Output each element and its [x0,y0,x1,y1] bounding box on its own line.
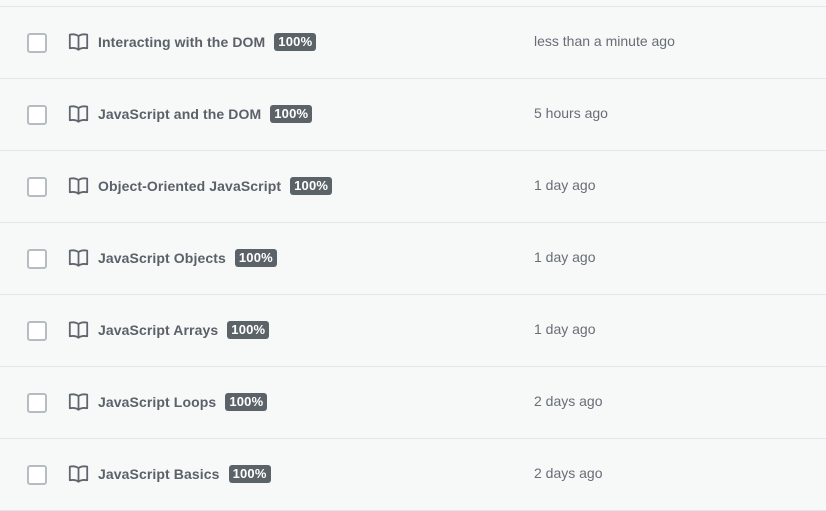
book-icon [68,33,89,51]
book-icon [68,393,89,411]
row-checkbox[interactable] [27,465,47,485]
row-checkbox[interactable] [27,177,47,197]
progress-badge: 100% [227,321,270,339]
course-title[interactable]: JavaScript Basics [98,466,220,482]
book-icon [68,105,89,123]
list-item: JavaScript Loops 100% 2 days ago [0,367,826,439]
row-checkbox[interactable] [27,393,47,413]
list-item: Object-Oriented JavaScript 100% 1 day ag… [0,151,826,223]
title-group: JavaScript Basics 100% [98,463,271,485]
book-icon [68,465,89,483]
progress-badge: 100% [228,465,271,483]
progress-badge: 100% [270,105,313,123]
list-item: Interacting with the DOM 100% less than … [0,7,826,79]
progress-badge: 100% [290,177,333,195]
list-item: JavaScript Arrays 100% 1 day ago [0,295,826,367]
list-item: JavaScript and the DOM 100% 5 hours ago [0,79,826,151]
timestamp: 2 days ago [534,393,603,409]
course-list: Interacting with the DOM 100% less than … [0,0,826,511]
course-title[interactable]: JavaScript Loops [98,394,216,410]
course-title[interactable]: JavaScript Objects [98,250,226,266]
course-title[interactable]: JavaScript and the DOM [98,106,261,122]
course-title[interactable]: Interacting with the DOM [98,34,265,50]
book-icon [68,249,89,267]
timestamp: 1 day ago [534,177,596,193]
timestamp: 1 day ago [534,249,596,265]
row-checkbox[interactable] [27,321,47,341]
timestamp: less than a minute ago [534,33,675,49]
title-group: Object-Oriented JavaScript 100% [98,175,333,197]
title-group: JavaScript Objects 100% [98,247,277,269]
title-group: JavaScript Arrays 100% [98,319,270,341]
row-checkbox[interactable] [27,33,47,53]
row-checkbox[interactable] [27,249,47,269]
title-group: JavaScript and the DOM 100% [98,103,313,125]
progress-badge: 100% [225,393,268,411]
title-group: JavaScript Loops 100% [98,391,268,413]
course-title[interactable]: Object-Oriented JavaScript [98,178,281,194]
list-item: JavaScript Basics 100% 2 days ago [0,439,826,511]
timestamp: 2 days ago [534,465,603,481]
book-icon [68,177,89,195]
row-checkbox[interactable] [27,105,47,125]
list-item: JavaScript Objects 100% 1 day ago [0,223,826,295]
progress-badge: 100% [274,33,317,51]
book-icon [68,321,89,339]
timestamp: 1 day ago [534,321,596,337]
timestamp: 5 hours ago [534,105,608,121]
course-title[interactable]: JavaScript Arrays [98,322,218,338]
progress-badge: 100% [234,249,277,267]
title-group: Interacting with the DOM 100% [98,31,317,53]
